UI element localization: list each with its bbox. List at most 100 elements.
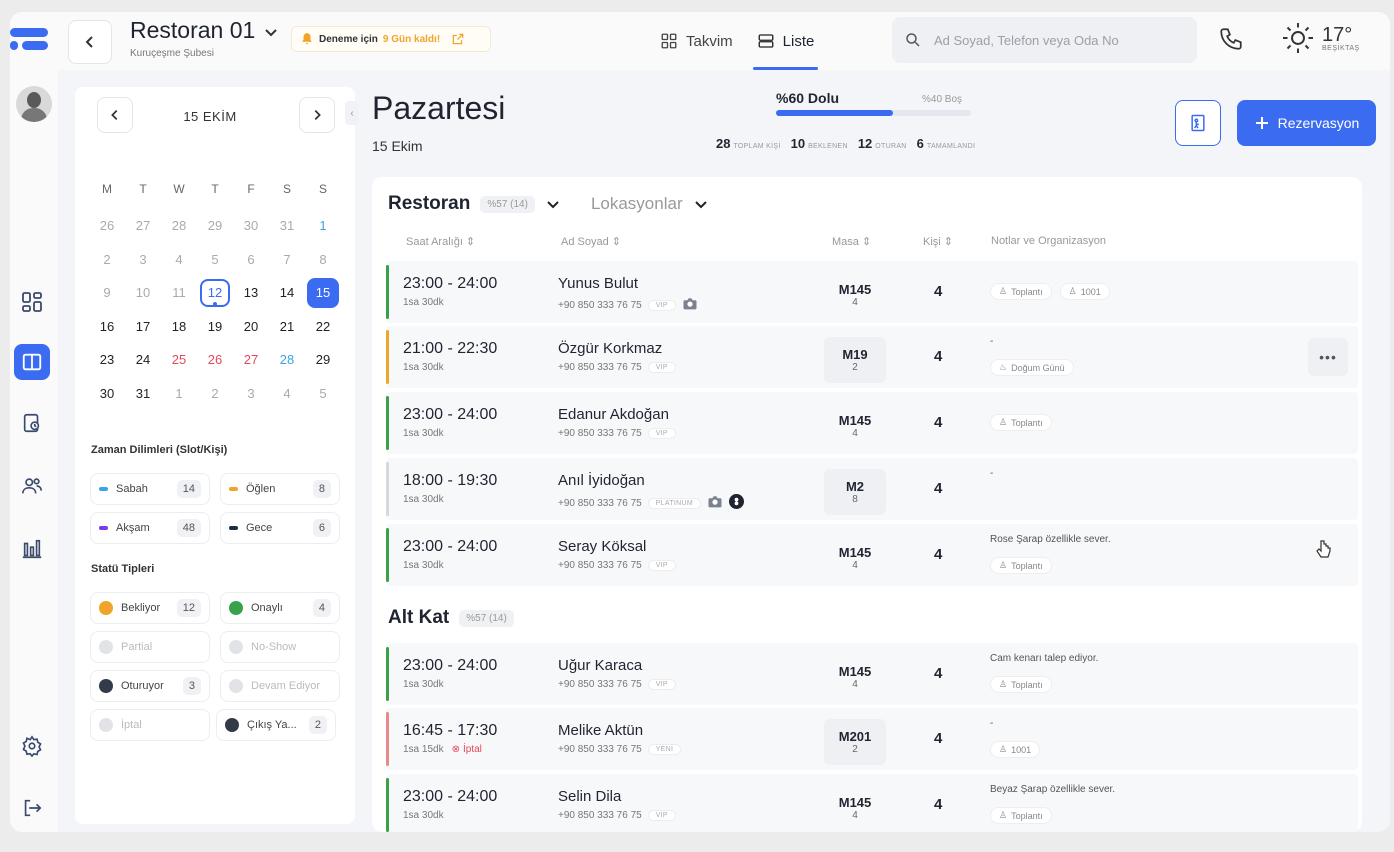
- chevron-down-icon[interactable]: [545, 196, 561, 212]
- slot-chip[interactable]: Öğlen 8: [220, 473, 340, 505]
- status-chip[interactable]: Devam Ediyor: [220, 670, 340, 702]
- camera-icon[interactable]: [707, 495, 723, 511]
- sort-icon[interactable]: ⇕: [941, 236, 953, 248]
- logout-icon[interactable]: [14, 790, 50, 826]
- calendar-day[interactable]: 18: [161, 310, 197, 344]
- prev-month-button[interactable]: [97, 97, 133, 133]
- calendar-day[interactable]: 1: [161, 377, 197, 411]
- status-chip[interactable]: Oturuyor 3: [90, 670, 210, 702]
- table-cell[interactable]: M145 4: [824, 535, 886, 581]
- calendar-day[interactable]: 28: [269, 343, 305, 377]
- guest-name[interactable]: Yunus Bulut: [558, 275, 638, 292]
- calendar-day[interactable]: 2: [197, 377, 233, 411]
- avatar[interactable]: [16, 86, 52, 122]
- calendar-day[interactable]: 31: [269, 209, 305, 243]
- calendar-day[interactable]: 4: [161, 243, 197, 277]
- calendar-day[interactable]: 5: [305, 377, 341, 411]
- reservation-row[interactable]: 23:00 - 24:00 1sa 30dk Selin Dila +90 850 3…: [386, 774, 1358, 832]
- more-options-button[interactable]: •••: [1308, 338, 1348, 376]
- next-month-button[interactable]: [299, 97, 335, 133]
- calendar-day[interactable]: 27: [233, 343, 269, 377]
- guest-name[interactable]: Uğur Karaca: [558, 657, 642, 674]
- org-pill[interactable]: ♨ Doğum Günü: [990, 359, 1074, 376]
- table-cell[interactable]: M201 2: [824, 719, 886, 765]
- calendar-day[interactable]: 11: [161, 276, 197, 310]
- sort-icon[interactable]: ⇕: [609, 236, 621, 248]
- calendar-day[interactable]: 23: [89, 343, 125, 377]
- phone-icon[interactable]: [1218, 26, 1244, 57]
- calendar-day[interactable]: 29: [305, 343, 341, 377]
- table-cell[interactable]: M2 8: [824, 469, 886, 515]
- org-pill[interactable]: ♙ Toplantı: [990, 807, 1052, 824]
- table-cell[interactable]: M145 4: [824, 403, 886, 449]
- calendar-day[interactable]: 13: [233, 276, 269, 310]
- calendar-day[interactable]: 31: [125, 377, 161, 411]
- calendar-day[interactable]: 14: [269, 276, 305, 310]
- chevron-down-icon[interactable]: [693, 196, 709, 212]
- search-input[interactable]: [934, 32, 1184, 48]
- locations-filter[interactable]: Lokasyonlar: [591, 194, 683, 214]
- org-pill[interactable]: ♙ Toplantı: [990, 557, 1052, 574]
- reservation-row[interactable]: 16:45 - 17:30 1sa 15dk ⊗ İptal Melike Aktün +…: [386, 708, 1358, 770]
- reservation-row[interactable]: 23:00 - 24:00 1sa 30dk Edanur Akdoğan +90 8…: [386, 392, 1358, 454]
- chart-icon[interactable]: [14, 531, 50, 567]
- calendar-day[interactable]: 5: [197, 243, 233, 277]
- app-logo[interactable]: [10, 28, 48, 54]
- org-pill[interactable]: ♙ Toplantı: [990, 414, 1052, 431]
- org-pill[interactable]: ♙ Toplantı: [990, 676, 1052, 693]
- reservation-row[interactable]: 21:00 - 22:30 1sa 30dk Özgür Korkmaz +90 85…: [386, 326, 1358, 388]
- calendar-day[interactable]: 25: [161, 343, 197, 377]
- guest-name[interactable]: Anıl İyidoğan: [558, 472, 645, 489]
- calendar-day[interactable]: 16: [89, 310, 125, 344]
- column-header[interactable]: Ad Soyad ⇕: [561, 235, 621, 248]
- table-cell[interactable]: M19 2: [824, 337, 886, 383]
- calendar-day[interactable]: 21: [269, 310, 305, 344]
- column-header[interactable]: Saat Aralığı ⇕: [406, 235, 475, 248]
- guest-name[interactable]: Edanur Akdoğan: [558, 406, 669, 423]
- org-pill[interactable]: ♙ Toplantı: [990, 283, 1052, 300]
- guest-name[interactable]: Özgür Korkmaz: [558, 340, 662, 357]
- walk-in-button[interactable]: [1175, 100, 1221, 146]
- calendar-day[interactable]: 8: [305, 243, 341, 277]
- calendar-day[interactable]: 15: [305, 276, 341, 310]
- calendar-day[interactable]: 4: [269, 377, 305, 411]
- calendar-day[interactable]: 24: [125, 343, 161, 377]
- calendar-day[interactable]: 1: [305, 209, 341, 243]
- column-header[interactable]: Masa ⇕: [832, 235, 871, 248]
- book-icon[interactable]: [14, 344, 50, 380]
- calendar-day[interactable]: 7: [269, 243, 305, 277]
- calendar-day[interactable]: 3: [233, 377, 269, 411]
- external-link-icon[interactable]: [451, 32, 465, 46]
- collapse-panel-button[interactable]: ‹: [345, 101, 359, 125]
- slot-chip[interactable]: Akşam 48: [90, 512, 210, 544]
- back-button[interactable]: [68, 20, 112, 64]
- calendar-day[interactable]: 10: [125, 276, 161, 310]
- calendar-day[interactable]: 12: [197, 276, 233, 310]
- status-chip[interactable]: Partial: [90, 631, 210, 663]
- gear-icon[interactable]: [14, 728, 50, 764]
- table-cell[interactable]: M145 4: [824, 272, 886, 318]
- chevron-down-icon[interactable]: [263, 24, 279, 45]
- calendar-day[interactable]: 26: [89, 209, 125, 243]
- status-chip[interactable]: Bekliyor 12: [90, 592, 210, 624]
- guest-name[interactable]: Melike Aktün: [558, 722, 643, 739]
- camera-icon[interactable]: [682, 297, 698, 313]
- column-header[interactable]: Notlar ve Organizasyon: [991, 235, 1106, 247]
- dashboard-icon[interactable]: [14, 284, 50, 320]
- org-pill[interactable]: ♙ 1001: [990, 741, 1041, 758]
- calendar-day[interactable]: 6: [233, 243, 269, 277]
- guest-name[interactable]: Seray Köksal: [558, 538, 646, 555]
- org-pill[interactable]: ♙ 1001: [1059, 283, 1110, 300]
- table-cell[interactable]: M145 4: [824, 785, 886, 831]
- status-chip[interactable]: İptal: [90, 709, 210, 741]
- reservation-row[interactable]: 23:00 - 24:00 1sa 30dk Yunus Bulut +90 850 …: [386, 261, 1358, 323]
- allergy-badge-icon[interactable]: [728, 494, 744, 512]
- tab-list[interactable]: Liste: [745, 12, 827, 70]
- trial-banner[interactable]: Deneme için 9 Gün kaldı!: [291, 26, 491, 52]
- table-cell[interactable]: M145 4: [824, 654, 886, 700]
- calendar-day[interactable]: 26: [197, 343, 233, 377]
- calendar-day[interactable]: 19: [197, 310, 233, 344]
- tab-calendar[interactable]: Takvim: [648, 12, 745, 70]
- calendar-day[interactable]: 9: [89, 276, 125, 310]
- restaurant-title[interactable]: Restoran 01: [130, 17, 255, 44]
